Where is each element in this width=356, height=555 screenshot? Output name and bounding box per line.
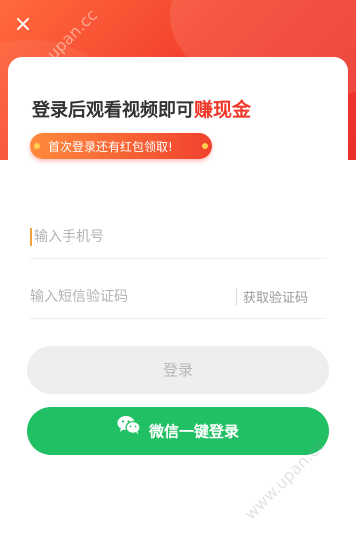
sms-field: 获取验证码 <box>30 275 326 319</box>
coin-icon <box>202 143 208 149</box>
title-accent: 赚现金 <box>194 99 252 121</box>
login-button[interactable]: 登录 <box>27 346 329 394</box>
sms-code-input[interactable] <box>30 285 230 309</box>
divider <box>236 288 237 306</box>
page-title: 登录后观看视频即可赚现金 <box>32 95 251 122</box>
wechat-icon <box>117 406 141 454</box>
text-cursor <box>30 228 32 246</box>
wechat-login-label: 微信一键登录 <box>148 422 239 441</box>
login-card: 登录后观看视频即可赚现金 首次登录还有红包领取! 获取验证码 登录 微信 <box>8 57 348 555</box>
title-prefix: 登录后观看视频即可 <box>32 100 194 121</box>
promo-badge: 首次登录还有红包领取! <box>30 133 212 159</box>
phone-input[interactable] <box>34 225 234 249</box>
close-icon[interactable]: × <box>12 14 34 36</box>
promo-text: 首次登录还有红包领取! <box>48 140 173 154</box>
coin-icon <box>34 143 40 149</box>
get-code-button[interactable]: 获取验证码 <box>243 287 308 306</box>
wechat-login-button[interactable]: 微信一键登录 <box>27 407 329 455</box>
phone-field <box>30 215 326 259</box>
